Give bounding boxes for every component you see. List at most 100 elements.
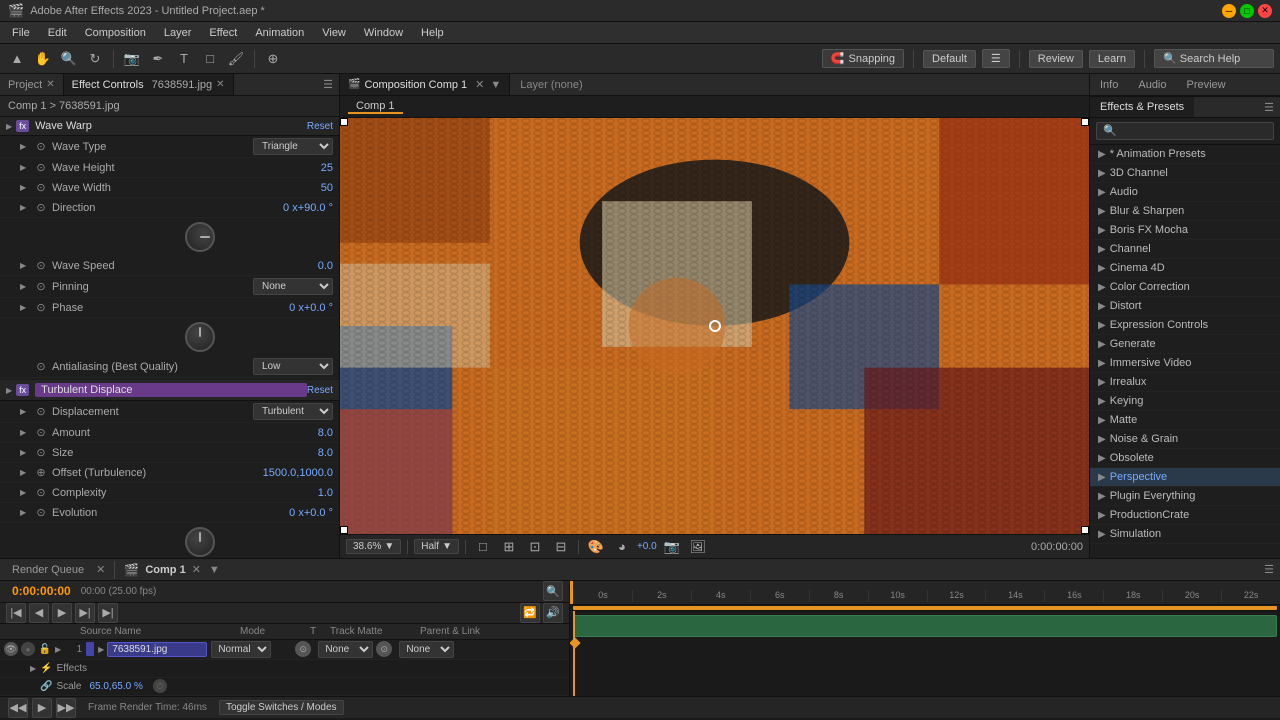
handle-tl[interactable] [340, 118, 348, 126]
category-channel[interactable]: ▶ Channel [1090, 240, 1280, 259]
tool-rotate[interactable]: ↻ [84, 48, 106, 70]
turbulent-displace-header[interactable]: ▶ fx Turbulent Displace Reset [0, 380, 339, 401]
status-pb-play[interactable]: ▶ [32, 698, 52, 718]
layer-lock-toggle[interactable]: 🔓 [38, 642, 52, 656]
parent-link-icon[interactable]: ⊙ [376, 641, 392, 657]
comp-tab-menu[interactable]: ▼ [490, 79, 501, 91]
evolution-dial[interactable] [185, 527, 215, 557]
project-tab[interactable]: Project ✕ [0, 74, 64, 95]
category-animation-presets[interactable]: ▶ * Animation Presets [1090, 145, 1280, 164]
pb-search[interactable]: 🔍 [543, 581, 563, 601]
maximize-button[interactable]: □ [1240, 4, 1254, 18]
category-obsolete[interactable]: ▶ Obsolete [1090, 449, 1280, 468]
effects-search-input[interactable] [1096, 122, 1274, 140]
comp-tab-main[interactable]: 🎬 Composition Comp 1 ✕ ▼ [340, 74, 510, 95]
effects-tri[interactable]: ▶ [30, 664, 36, 673]
menu-composition[interactable]: Composition [77, 25, 154, 41]
wave-speed-tri[interactable]: ▶ [20, 261, 30, 270]
menu-help[interactable]: Help [413, 25, 452, 41]
tool-brush[interactable]: 🖌 [225, 48, 247, 70]
direction-dial[interactable] [185, 222, 215, 252]
category-expression-controls[interactable]: ▶ Expression Controls [1090, 316, 1280, 335]
category-simulation[interactable]: ▶ Simulation [1090, 525, 1280, 544]
menu-file[interactable]: File [4, 25, 38, 41]
search-help[interactable]: 🔍 Search Help [1154, 49, 1274, 68]
menu-edit[interactable]: Edit [40, 25, 75, 41]
pb-loop[interactable]: 🔁 [520, 603, 540, 623]
complexity-value[interactable]: 1.0 [318, 487, 333, 499]
pb-audio[interactable]: 🔊 [543, 603, 563, 623]
wave-height-value[interactable]: 25 [321, 162, 333, 174]
wave-warp-header[interactable]: ▶ fx Wave Warp Reset [0, 117, 339, 136]
handle-br[interactable] [1081, 526, 1089, 534]
size-value[interactable]: 8.0 [318, 447, 333, 459]
workspace-menu[interactable]: ☰ [982, 49, 1010, 68]
layer-expand-tri[interactable]: ▶ [55, 645, 61, 654]
layer-color-swatch[interactable] [86, 642, 94, 656]
wave-height-tri[interactable]: ▶ [20, 163, 30, 172]
pb-first[interactable]: |◀ [6, 603, 26, 623]
td-reset[interactable]: Reset [307, 385, 333, 396]
tool-puppet[interactable]: ⊕ [262, 48, 284, 70]
category-plugin-everything[interactable]: ▶ Plugin Everything [1090, 487, 1280, 506]
menu-animation[interactable]: Animation [247, 25, 312, 41]
category-3d-channel[interactable]: ▶ 3D Channel [1090, 164, 1280, 183]
tl-tab-close[interactable]: ✕ [192, 563, 201, 576]
track-matte-icon[interactable]: ⊙ [295, 641, 311, 657]
project-tab-close[interactable]: ✕ [46, 79, 54, 90]
tool-text[interactable]: T [173, 48, 195, 70]
complexity-tri[interactable]: ▶ [20, 488, 30, 497]
tool-pen[interactable]: ✒ [147, 48, 169, 70]
viewer-snapshot[interactable]: 📷 [661, 536, 683, 558]
workspace-default[interactable]: Default [923, 50, 976, 68]
tool-shape[interactable]: □ [199, 48, 221, 70]
effects-presets-tab[interactable]: Effects & Presets [1090, 97, 1194, 117]
category-production-crate[interactable]: ▶ ProductionCrate [1090, 506, 1280, 525]
quality-btn[interactable]: Half ▼ [414, 539, 459, 554]
tool-hand[interactable]: ✋ [32, 48, 54, 70]
category-blur-sharpen[interactable]: ▶ Blur & Sharpen [1090, 202, 1280, 221]
viewer-toggle-alpha[interactable]: □ [472, 536, 494, 558]
pinning-select[interactable]: None [253, 278, 333, 295]
viewer-toggle-guides[interactable]: ⊟ [550, 536, 572, 558]
amount-tri[interactable]: ▶ [20, 428, 30, 437]
pinning-tri[interactable]: ▶ [20, 282, 30, 291]
menu-window[interactable]: Window [356, 25, 411, 41]
effect-controls-tab[interactable]: Effect Controls 7638591.jpg ✕ [64, 74, 234, 95]
handle-bl[interactable] [340, 526, 348, 534]
category-distort[interactable]: ▶ Distort [1090, 297, 1280, 316]
offset-tri[interactable]: ▶ [20, 468, 30, 477]
viewer-toggle-trans[interactable]: ⊞ [498, 536, 520, 558]
tool-select[interactable]: ▲ [6, 48, 28, 70]
pb-next[interactable]: ▶| [75, 603, 95, 623]
review-button[interactable]: Review [1029, 50, 1083, 68]
timeline-ruler[interactable]: 0s 2s 4s 6s 8s 10s 12s 14s 16s 18s 20s 2… [570, 581, 1280, 605]
category-noise-grain[interactable]: ▶ Noise & Grain [1090, 430, 1280, 449]
timeline-tracks[interactable] [570, 611, 1280, 696]
category-audio[interactable]: ▶ Audio [1090, 183, 1280, 202]
category-matte[interactable]: ▶ Matte [1090, 411, 1280, 430]
category-keying[interactable]: ▶ Keying [1090, 392, 1280, 411]
handle-tr[interactable] [1081, 118, 1089, 126]
tool-camera[interactable]: 📷 [121, 48, 143, 70]
pb-prev[interactable]: ◀ [29, 603, 49, 623]
size-tri[interactable]: ▶ [20, 448, 30, 457]
status-pb-fwd[interactable]: ▶▶ [56, 698, 76, 718]
pb-last[interactable]: ▶| [98, 603, 118, 623]
category-cinema4d[interactable]: ▶ Cinema 4D [1090, 259, 1280, 278]
toggle-switches-btn[interactable]: Toggle Switches / Modes [219, 700, 344, 715]
close-button[interactable]: ✕ [1258, 4, 1272, 18]
ep-menu[interactable]: ☰ [1258, 101, 1280, 114]
track-matte-select[interactable]: None [318, 641, 373, 658]
audio-tab[interactable]: Audio [1128, 74, 1176, 95]
layer-solo-toggle[interactable]: ● [21, 642, 35, 656]
scale-value[interactable]: 65.0,65.0 % [89, 681, 142, 692]
phase-value[interactable]: 0 x+0.0 ° [289, 302, 333, 314]
evolution-value[interactable]: 0 x+0.0 ° [289, 507, 333, 519]
evolution-tri[interactable]: ▶ [20, 508, 30, 517]
layer-vis-toggle[interactable]: 👁 [4, 642, 18, 656]
parent-link-select[interactable]: None [399, 641, 454, 658]
wave-speed-value[interactable]: 0.0 [318, 260, 333, 272]
category-generate[interactable]: ▶ Generate [1090, 335, 1280, 354]
comp-tab-close[interactable]: ✕ [475, 78, 484, 91]
